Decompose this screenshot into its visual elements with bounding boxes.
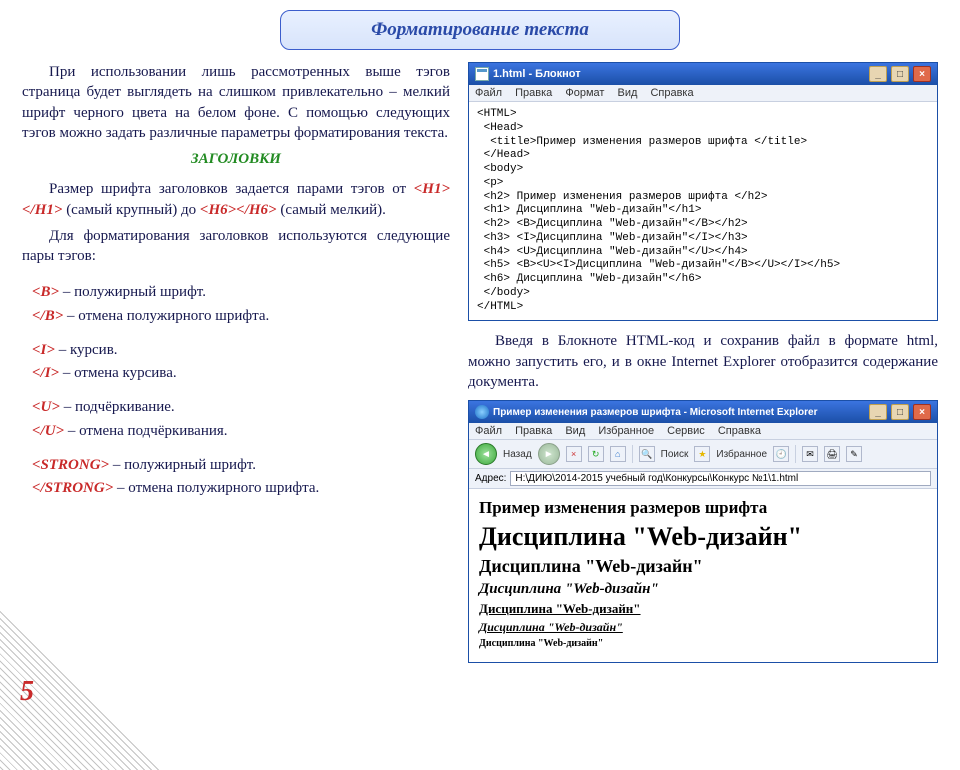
notepad-icon: [475, 67, 489, 81]
minimize-button[interactable]: _: [869, 404, 887, 420]
desc: – курсив.: [55, 342, 118, 358]
desc: – отмена курсива.: [59, 365, 177, 381]
fav-label[interactable]: Избранное: [716, 449, 767, 460]
desc: – полужирный шрифт.: [59, 284, 206, 300]
headers-para: Размер шрифта заголовков задается парами…: [22, 179, 450, 220]
menu-view[interactable]: Вид: [617, 87, 637, 99]
ie-menubar[interactable]: Файл Правка Вид Избранное Сервис Справка: [469, 423, 937, 440]
minimize-button[interactable]: _: [869, 66, 887, 82]
rendered-h4-underline: Дисциплина "Web-дизайн": [479, 601, 927, 617]
address-input[interactable]: [510, 471, 931, 486]
text: Размер шрифта заголовков задается парами…: [49, 181, 414, 197]
notepad-titlebar[interactable]: 1.html - Блокнот _ □ ×: [469, 63, 937, 85]
refresh-icon[interactable]: ↻: [588, 446, 604, 462]
forward-button[interactable]: ►: [538, 443, 560, 465]
tag-u-close: </U>: [32, 423, 64, 439]
section-heading: ЗАГОЛОВКИ: [22, 149, 450, 169]
maximize-button[interactable]: □: [891, 66, 909, 82]
notepad-menubar[interactable]: Файл Правка Формат Вид Справка: [469, 85, 937, 102]
back-button[interactable]: ◄: [475, 443, 497, 465]
notepad-body[interactable]: <HTML> <Head> <title>Пример изменения ра…: [469, 102, 937, 320]
maximize-button[interactable]: □: [891, 404, 909, 420]
format-para: Для форматирования заголовков используют…: [22, 226, 450, 267]
rendered-h2-bold: Дисциплина "Web-дизайн": [479, 556, 927, 577]
desc: – отмена полужирного шрифта.: [63, 308, 269, 324]
menu-tools[interactable]: Сервис: [667, 425, 705, 437]
menu-edit[interactable]: Правка: [515, 425, 552, 437]
rendered-h5-biu: Дисциплина "Web-дизайн": [479, 620, 927, 635]
right-paragraph: Введя в Блокноте HTML-код и сохранив фай…: [468, 331, 938, 392]
print-icon[interactable]: 🖨: [824, 446, 840, 462]
edit-icon[interactable]: ✎: [846, 446, 862, 462]
tag-strong-close: </STRONG>: [32, 480, 113, 496]
menu-fav[interactable]: Избранное: [598, 425, 654, 437]
desc: – отмена полужирного шрифта.: [113, 480, 319, 496]
back-label[interactable]: Назад: [503, 449, 532, 460]
mail-icon[interactable]: ✉: [802, 446, 818, 462]
tag-i-close: </I>: [32, 365, 59, 381]
history-icon[interactable]: 🕘: [773, 446, 789, 462]
ie-addressbar: Адрес:: [469, 469, 937, 489]
search-label[interactable]: Поиск: [661, 449, 689, 460]
text: (самый мелкий).: [277, 202, 386, 218]
tag-u-open: <U>: [32, 399, 60, 415]
stop-icon[interactable]: ×: [566, 446, 582, 462]
desc: – полужирный шрифт.: [109, 457, 256, 473]
search-icon[interactable]: 🔍: [639, 446, 655, 462]
notepad-title: 1.html - Блокнот: [493, 68, 581, 80]
menu-file[interactable]: Файл: [475, 425, 502, 437]
ie-body: Пример изменения размеров шрифта Дисципл…: [469, 489, 937, 662]
menu-help[interactable]: Справка: [650, 87, 693, 99]
page-number: 5: [20, 676, 34, 708]
tag-b-open: <B>: [32, 284, 59, 300]
rendered-h3-italic: Дисциплина "Web-дизайн": [479, 581, 927, 598]
tag-list: <B> – полужирный шрифт. </B> – отмена по…: [32, 282, 450, 498]
menu-format[interactable]: Формат: [565, 87, 604, 99]
close-button[interactable]: ×: [913, 66, 931, 82]
ie-title: Пример изменения размеров шрифта - Micro…: [493, 407, 818, 418]
tag-b-close: </B>: [32, 308, 63, 324]
favorites-icon[interactable]: ★: [694, 446, 710, 462]
page-title: Форматирование текста: [280, 10, 680, 50]
tag-strong-open: <STRONG>: [32, 457, 109, 473]
home-icon[interactable]: ⌂: [610, 446, 626, 462]
addr-label: Адрес:: [475, 473, 506, 484]
rendered-h2-title: Пример изменения размеров шрифта: [479, 498, 927, 518]
menu-edit[interactable]: Правка: [515, 87, 552, 99]
intro-paragraph: При использовании лишь рассмотренных выш…: [22, 62, 450, 143]
rendered-h6: Дисциплина "Web-дизайн": [479, 638, 927, 649]
menu-help[interactable]: Справка: [718, 425, 761, 437]
ie-window: Пример изменения размеров шрифта - Micro…: [468, 400, 938, 663]
desc: – подчёркивание.: [60, 399, 175, 415]
tag-i-open: <I>: [32, 342, 55, 358]
text: (самый крупный) до: [62, 202, 199, 218]
left-column: При использовании лишь рассмотренных выш…: [22, 62, 450, 673]
tag-h6: <H6></H6>: [200, 202, 277, 218]
desc: – отмена подчёркивания.: [64, 423, 227, 439]
ie-titlebar[interactable]: Пример изменения размеров шрифта - Micro…: [469, 401, 937, 423]
menu-view[interactable]: Вид: [565, 425, 585, 437]
right-column: 1.html - Блокнот _ □ × Файл Правка Форма…: [468, 62, 938, 673]
notepad-window: 1.html - Блокнот _ □ × Файл Правка Форма…: [468, 62, 938, 321]
rendered-h1: Дисциплина "Web-дизайн": [479, 522, 927, 552]
ie-icon: [475, 405, 489, 419]
menu-file[interactable]: Файл: [475, 87, 502, 99]
ie-toolbar: ◄ Назад ► × ↻ ⌂ 🔍 Поиск ★ Избранное 🕘 ✉ …: [469, 440, 937, 469]
close-button[interactable]: ×: [913, 404, 931, 420]
